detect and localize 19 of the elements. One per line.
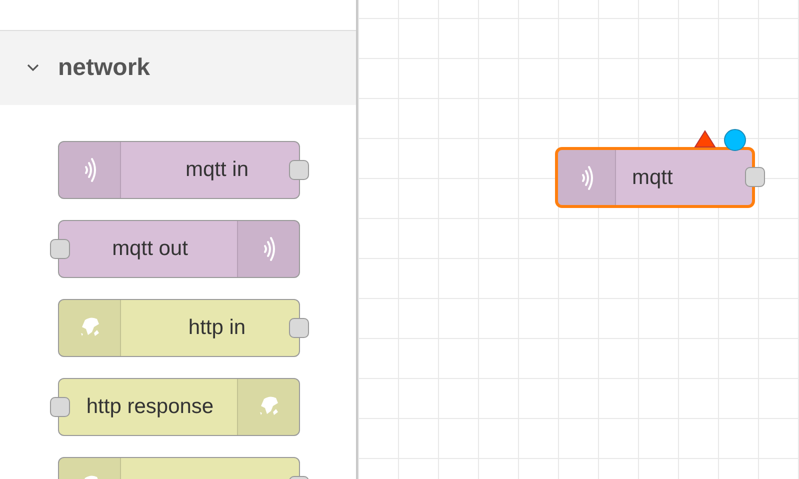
node-label: http response: [86, 394, 214, 420]
wave-icon: [262, 234, 276, 264]
palette-node[interactable]: http in: [58, 299, 300, 357]
node-port[interactable]: [50, 239, 70, 259]
node-port[interactable]: [745, 167, 765, 187]
category-header[interactable]: network: [0, 30, 356, 105]
node-port[interactable]: [289, 318, 309, 338]
palette-node[interactable]: http response: [58, 378, 300, 436]
node-label: mqtt: [632, 164, 673, 191]
node-label: mqtt in: [185, 157, 249, 184]
palette-node[interactable]: mqtt in: [58, 141, 300, 199]
category-label: network: [58, 53, 150, 83]
wave-icon: [82, 155, 96, 185]
node-port[interactable]: [50, 397, 70, 417]
node-label: http in: [188, 315, 246, 342]
node-port[interactable]: [289, 160, 309, 180]
palette-node[interactable]: mqtt out: [58, 220, 300, 278]
node-label: mqtt out: [112, 236, 188, 262]
flow-node[interactable]: mqtt: [555, 147, 755, 208]
